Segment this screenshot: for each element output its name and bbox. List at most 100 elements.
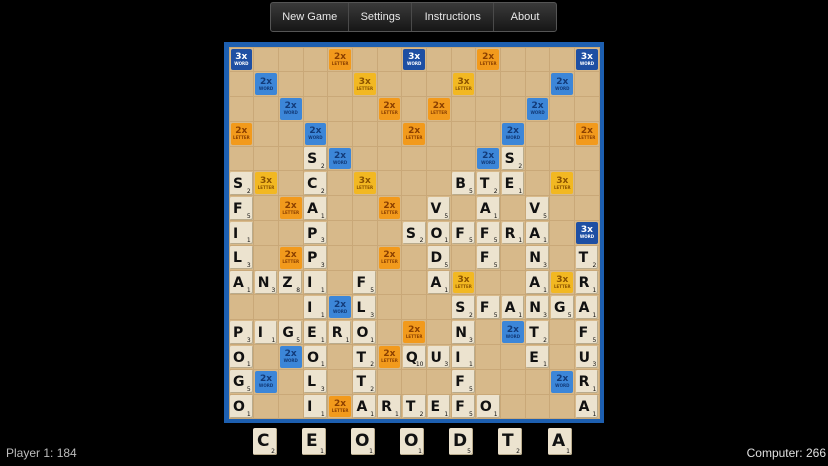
board-square[interactable] — [575, 196, 599, 221]
board-square[interactable] — [377, 369, 402, 394]
board-square[interactable] — [427, 320, 451, 345]
board-square[interactable]: I1 — [303, 270, 328, 295]
board-square[interactable]: 2x WORD — [476, 146, 501, 171]
board-square[interactable] — [501, 196, 525, 221]
board-square[interactable]: G5 — [278, 320, 303, 345]
board-square[interactable]: 3x LETTER — [451, 270, 476, 295]
board-square[interactable]: 3x WORD — [229, 47, 254, 72]
board-square[interactable] — [254, 121, 278, 146]
board-square[interactable]: O1 — [352, 320, 377, 345]
board-square[interactable] — [328, 196, 352, 221]
board-square[interactable] — [352, 47, 377, 72]
board-square[interactable] — [451, 196, 476, 221]
board-square[interactable]: A1 — [525, 221, 550, 245]
rack-tile[interactable]: E1 — [302, 428, 326, 455]
board-square[interactable] — [525, 47, 550, 72]
board-square[interactable]: F5 — [476, 221, 501, 245]
board-square[interactable] — [377, 221, 402, 245]
board-square[interactable]: S2 — [303, 146, 328, 171]
board-square[interactable]: T2 — [575, 245, 599, 270]
board-square[interactable] — [377, 171, 402, 196]
board-square[interactable]: 3x LETTER — [550, 270, 575, 295]
board-square[interactable] — [575, 146, 599, 171]
board-square[interactable] — [303, 97, 328, 121]
rack-tile[interactable]: C2 — [253, 428, 277, 455]
board-square[interactable]: N3 — [451, 320, 476, 345]
board-square[interactable] — [278, 171, 303, 196]
board-square[interactable] — [402, 245, 426, 270]
board-square[interactable]: 3x WORD — [575, 221, 599, 245]
board-square[interactable] — [377, 72, 402, 97]
board-square[interactable]: 2x LETTER — [328, 394, 352, 419]
board-square[interactable]: T2 — [402, 394, 426, 419]
board-square[interactable] — [377, 47, 402, 72]
board-square[interactable] — [328, 345, 352, 369]
board-square[interactable] — [476, 320, 501, 345]
board-square[interactable]: L3 — [352, 295, 377, 320]
board-square[interactable]: V5 — [427, 196, 451, 221]
board-square[interactable] — [352, 221, 377, 245]
board-square[interactable] — [402, 72, 426, 97]
board-square[interactable]: A1 — [352, 394, 377, 419]
board-square[interactable]: A1 — [525, 270, 550, 295]
board-square[interactable] — [402, 295, 426, 320]
board-square[interactable]: 3x LETTER — [254, 171, 278, 196]
rack-tile[interactable]: D5 — [449, 428, 473, 455]
board-square[interactable] — [328, 72, 352, 97]
board-square[interactable]: E1 — [303, 320, 328, 345]
board-square[interactable] — [402, 270, 426, 295]
board-square[interactable]: T2 — [352, 369, 377, 394]
board-square[interactable]: A1 — [229, 270, 254, 295]
board-square[interactable]: F5 — [575, 320, 599, 345]
board-square[interactable] — [427, 171, 451, 196]
new-game-button[interactable]: New Game — [271, 3, 350, 31]
board-square[interactable] — [476, 270, 501, 295]
board-square[interactable]: A1 — [476, 196, 501, 221]
board-square[interactable] — [254, 295, 278, 320]
board-square[interactable]: A1 — [303, 196, 328, 221]
board-square[interactable]: 2x LETTER — [402, 320, 426, 345]
board-square[interactable] — [575, 97, 599, 121]
board-square[interactable]: 2x WORD — [303, 121, 328, 146]
board-square[interactable]: A1 — [427, 270, 451, 295]
board-square[interactable] — [427, 72, 451, 97]
board-square[interactable] — [550, 97, 575, 121]
board-square[interactable] — [402, 171, 426, 196]
board-square[interactable]: E1 — [501, 171, 525, 196]
board-square[interactable] — [451, 47, 476, 72]
board-square[interactable] — [550, 221, 575, 245]
board-square[interactable] — [550, 394, 575, 419]
board-square[interactable] — [476, 121, 501, 146]
board-square[interactable] — [501, 47, 525, 72]
board-square[interactable] — [352, 97, 377, 121]
board-square[interactable]: B5 — [451, 171, 476, 196]
board-square[interactable] — [303, 72, 328, 97]
board-square[interactable]: 2x LETTER — [278, 196, 303, 221]
board-square[interactable] — [278, 221, 303, 245]
board-square[interactable]: 2x LETTER — [402, 121, 426, 146]
board-square[interactable] — [278, 121, 303, 146]
board-square[interactable] — [278, 72, 303, 97]
board-square[interactable]: T2 — [525, 320, 550, 345]
board-square[interactable]: P3 — [303, 221, 328, 245]
board-square[interactable] — [328, 171, 352, 196]
board-square[interactable]: P3 — [303, 245, 328, 270]
board-square[interactable]: T2 — [476, 171, 501, 196]
board-square[interactable] — [575, 171, 599, 196]
board-square[interactable] — [476, 72, 501, 97]
board-square[interactable] — [525, 121, 550, 146]
board-square[interactable]: 2x LETTER — [377, 196, 402, 221]
board-square[interactable] — [352, 146, 377, 171]
board-square[interactable]: A1 — [575, 295, 599, 320]
board-square[interactable] — [550, 245, 575, 270]
board-square[interactable] — [278, 295, 303, 320]
board-square[interactable]: C2 — [303, 171, 328, 196]
board-square[interactable]: R1 — [328, 320, 352, 345]
board-square[interactable] — [229, 295, 254, 320]
board-square[interactable] — [501, 72, 525, 97]
rack-tile[interactable]: T2 — [498, 428, 522, 455]
board-square[interactable]: O1 — [476, 394, 501, 419]
board-square[interactable] — [476, 369, 501, 394]
board-square[interactable]: Q 10 — [402, 345, 426, 369]
board-square[interactable] — [377, 320, 402, 345]
